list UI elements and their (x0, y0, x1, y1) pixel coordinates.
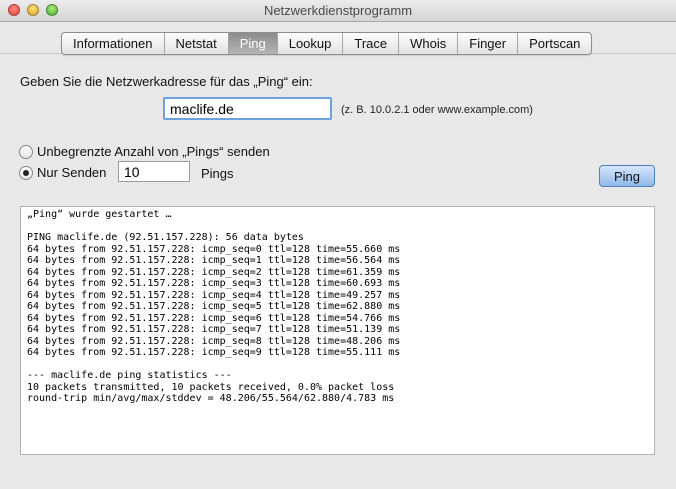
tab-netstat[interactable]: Netstat (165, 33, 229, 54)
output-line: 64 bytes from 92.51.157.228: icmp_seq=4 … (27, 289, 401, 301)
output-line: 64 bytes from 92.51.157.228: icmp_seq=0 … (27, 243, 401, 255)
output-line: 64 bytes from 92.51.157.228: icmp_seq=6 … (27, 312, 401, 324)
tab-ping[interactable]: Ping (228, 33, 278, 54)
output-line: 64 bytes from 92.51.157.228: icmp_seq=9 … (27, 347, 401, 358)
output-line: 64 bytes from 92.51.157.228: icmp_seq=3 … (27, 278, 401, 289)
network-address-input[interactable] (163, 97, 332, 120)
tab-portscan[interactable]: Portscan (518, 33, 591, 54)
output-line: 64 bytes from 92.51.157.228: icmp_seq=7 … (27, 324, 401, 335)
window-title: Netzwerkdienstprogramm (263, 3, 413, 18)
pings-unit-label: Pings (201, 166, 234, 181)
ping-output-textarea[interactable]: „Ping“ wurde gestartet … PING maclife.de… (20, 206, 655, 455)
network-utility-window: Netzwerkdienstprogramm Informationen Net… (0, 0, 676, 489)
ping-count-input[interactable] (118, 161, 190, 182)
tab-finger[interactable]: Finger (458, 33, 519, 54)
tab-bar: Informationen Netstat Ping Lookup Trace … (61, 32, 593, 55)
send-only-option[interactable]: Nur Senden (19, 165, 106, 180)
unlimited-pings-option[interactable]: Unbegrenzte Anzahl von „Pings“ senden (19, 144, 270, 159)
ping-button[interactable]: Ping (599, 165, 655, 187)
send-only-label: Nur Senden (37, 165, 107, 180)
tab-lookup[interactable]: Lookup (278, 33, 344, 54)
address-prompt-label: Geben Sie die Netzwerkadresse für das „P… (20, 74, 313, 89)
output-line: PING maclife.de (92.51.157.228): 56 data… (27, 232, 304, 243)
unlimited-pings-radio[interactable] (19, 144, 33, 159)
tab-trace[interactable]: Trace (343, 33, 400, 54)
title-bar[interactable]: Netzwerkdienstprogramm (0, 0, 676, 22)
send-only-radio[interactable] (19, 165, 33, 180)
output-line: 10 packets transmitted, 10 packets recei… (27, 381, 395, 393)
output-line: 64 bytes from 92.51.157.228: icmp_seq=1 … (27, 255, 401, 266)
output-line: 64 bytes from 92.51.157.228: icmp_seq=8 … (27, 335, 401, 347)
address-example-hint: (z. B. 10.0.2.1 oder www.example.com) (341, 104, 533, 116)
unlimited-pings-label: Unbegrenzte Anzahl von „Pings“ senden (37, 144, 270, 159)
output-line: --- maclife.de ping statistics --- (27, 370, 232, 381)
output-line: 64 bytes from 92.51.157.228: icmp_seq=2 … (27, 266, 401, 278)
output-line: round-trip min/avg/max/stddev = 48.206/5… (27, 393, 395, 404)
output-line: „Ping“ wurde gestartet … (27, 209, 172, 220)
output-line: 64 bytes from 92.51.157.228: icmp_seq=5 … (27, 301, 401, 312)
tab-informationen[interactable]: Informationen (62, 33, 165, 54)
tab-whois[interactable]: Whois (399, 33, 459, 54)
